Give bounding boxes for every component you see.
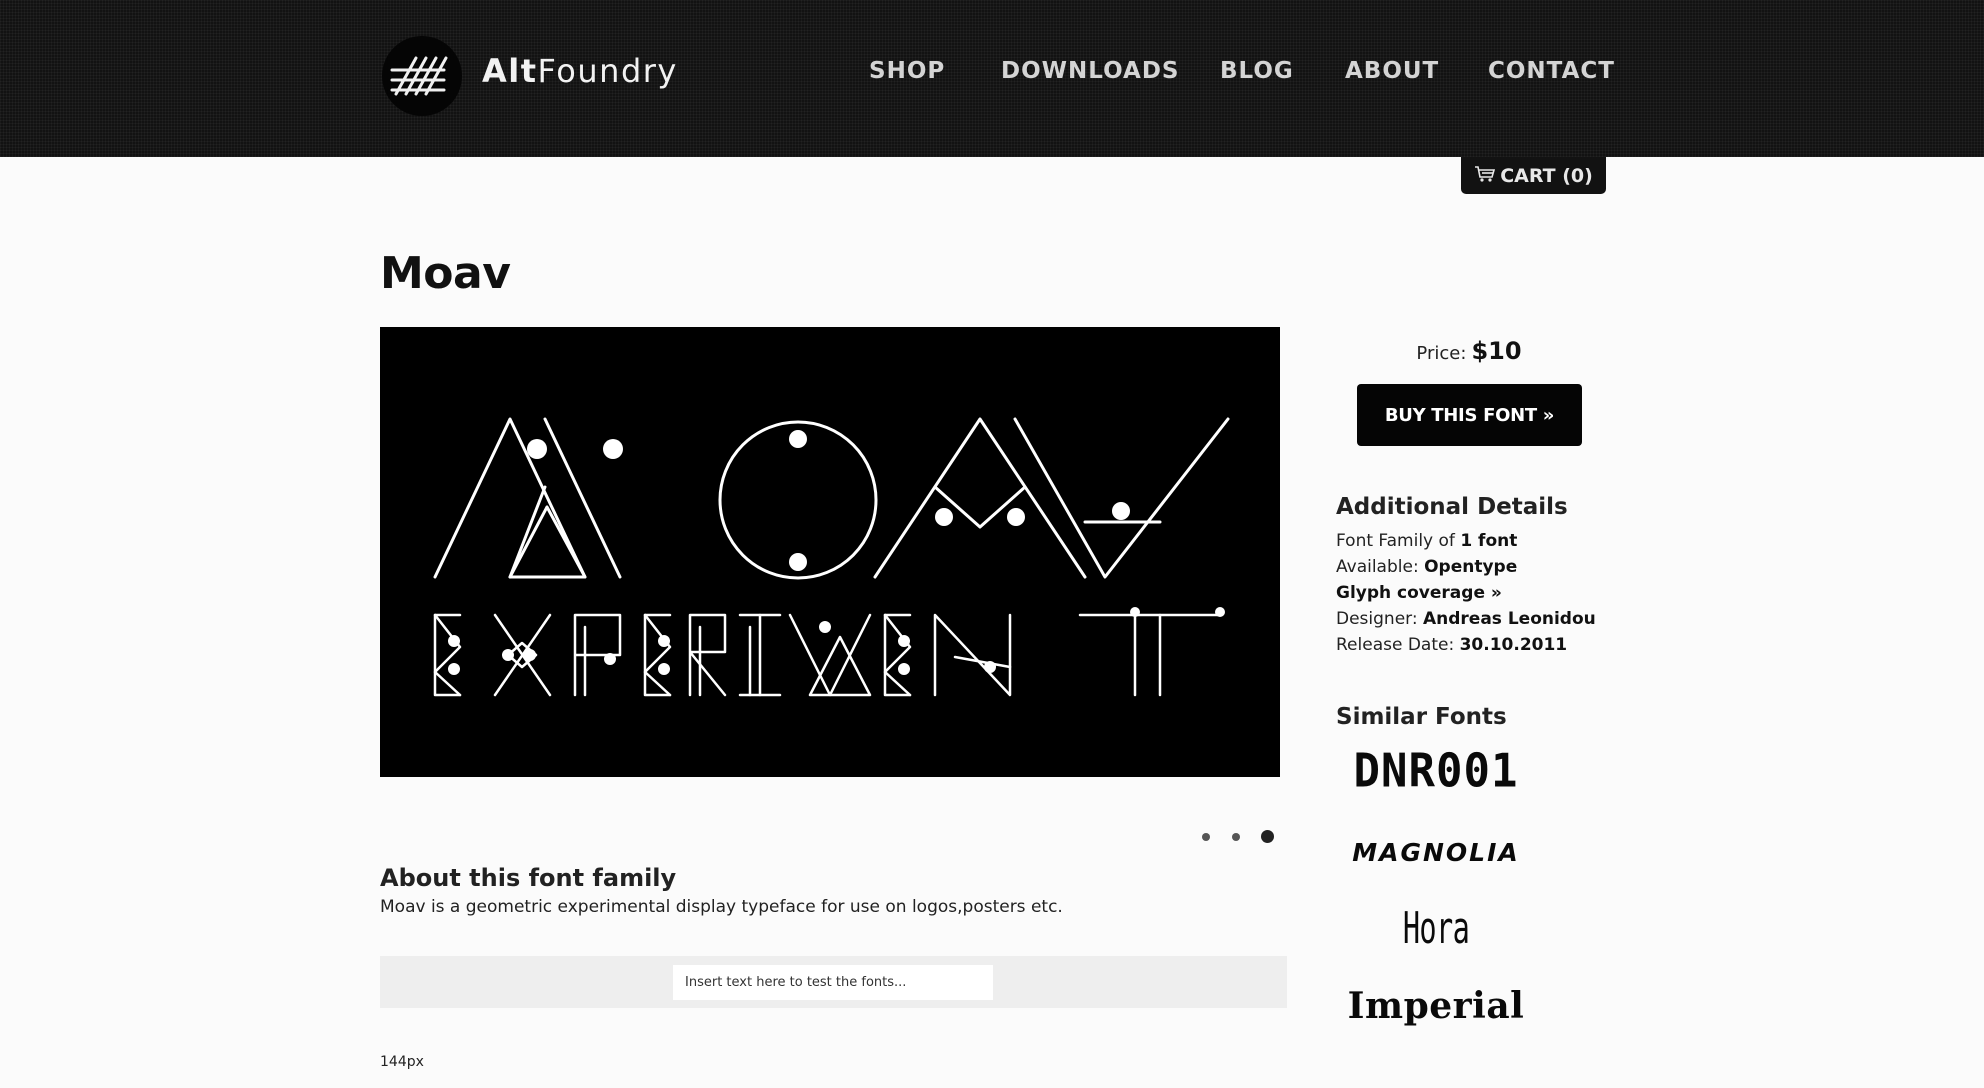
site-header: AltFoundry SHOP DOWNLOADS BLOG ABOUT CON… xyxy=(0,0,1984,157)
detail-glyph-coverage: Glyph coverage » xyxy=(1336,580,1596,606)
logo-hatch-icon xyxy=(390,56,448,96)
font-preview-image xyxy=(380,327,1280,777)
moav-specimen-graphic xyxy=(433,417,1230,697)
details-list: Font Family of 1 font Available: Opentyp… xyxy=(1336,528,1596,658)
detail-value: 1 font xyxy=(1460,531,1518,551)
about-heading: About this font family xyxy=(380,864,677,892)
nav-item-shop[interactable]: SHOP xyxy=(869,58,945,84)
font-size-label: 144px xyxy=(380,1054,424,1070)
detail-available: Available: Opentype xyxy=(1336,554,1596,580)
altfoundry-logo-icon[interactable] xyxy=(382,36,462,116)
cart-icon xyxy=(1475,165,1496,182)
price-value: $10 xyxy=(1471,337,1522,365)
nav-item-downloads[interactable]: DOWNLOADS xyxy=(1001,58,1180,84)
nav-item-blog[interactable]: BLOG xyxy=(1220,58,1294,84)
detail-designer: Designer: Andreas Leonidou xyxy=(1336,606,1596,632)
similar-font-hora[interactable]: Hora xyxy=(1371,903,1501,954)
page-title: Moav xyxy=(380,248,511,299)
price: Price: $10 xyxy=(1336,337,1602,365)
detail-value: 30.10.2011 xyxy=(1459,635,1568,655)
detail-label: Designer: xyxy=(1336,609,1423,629)
slider-dot[interactable] xyxy=(1202,833,1210,841)
similar-font-imperial[interactable]: Imperial xyxy=(1336,985,1536,1027)
font-test-input[interactable] xyxy=(673,965,993,1000)
detail-release-date: Release Date: 30.10.2011 xyxy=(1336,632,1596,658)
brand-name-bold: Alt xyxy=(482,52,538,90)
cart-label: CART (0) xyxy=(1500,164,1593,187)
about-text: Moav is a geometric experimental display… xyxy=(380,897,1063,917)
cart-button[interactable]: CART (0) xyxy=(1461,157,1606,194)
similar-font-magnolia[interactable]: MAGNOLIA xyxy=(1336,838,1536,867)
nav-item-contact[interactable]: CONTACT xyxy=(1488,58,1615,84)
detail-value: Andreas Leonidou xyxy=(1422,609,1596,629)
detail-value: Opentype xyxy=(1424,557,1518,577)
brand-name-light: Foundry xyxy=(537,52,678,90)
detail-label: Available: xyxy=(1336,557,1425,577)
detail-label: Release Date: xyxy=(1336,635,1460,655)
font-tester-bar xyxy=(380,956,1287,1008)
slider-dot-active[interactable] xyxy=(1261,830,1274,843)
glyph-coverage-link[interactable]: Glyph coverage » xyxy=(1336,583,1502,603)
details-heading: Additional Details xyxy=(1336,494,1568,520)
detail-font-family: Font Family of 1 font xyxy=(1336,528,1596,554)
similar-font-dnr001[interactable]: DNR001 xyxy=(1336,745,1536,799)
similar-fonts-heading: Similar Fonts xyxy=(1336,704,1507,730)
brand-wordmark[interactable]: AltFoundry xyxy=(482,52,678,90)
price-label: Price: xyxy=(1416,343,1467,364)
nav-item-about[interactable]: ABOUT xyxy=(1345,58,1439,84)
buy-font-button[interactable]: BUY THIS FONT » xyxy=(1357,384,1582,446)
detail-label: Font Family of xyxy=(1336,531,1461,551)
slider-dot[interactable] xyxy=(1232,833,1240,841)
